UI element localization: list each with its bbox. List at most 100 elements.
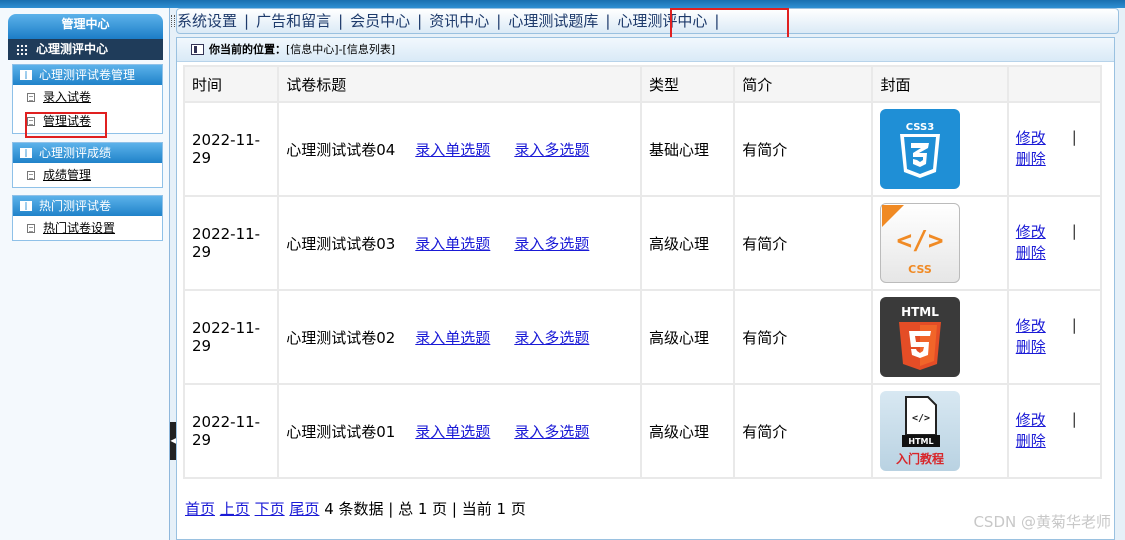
delete-link[interactable]: 删除 [1016, 337, 1100, 358]
delete-link[interactable]: 删除 [1016, 149, 1100, 170]
css3-shield-icon: CSS3 [900, 122, 941, 178]
paper-title: 心理测试试卷02 [286, 328, 396, 347]
cell-actions: 修改 删除 | [1008, 385, 1100, 477]
nav-item-news-center[interactable]: 资讯中心 [429, 12, 489, 30]
nav-separator: | [338, 12, 344, 30]
menu-title-label: 心理测评成绩 [39, 146, 112, 160]
sidebar-link-score-management[interactable]: 成绩管理 [43, 168, 91, 182]
nav-item-member-center[interactable]: 会员中心 [350, 12, 410, 30]
table-header-row: 时间 试卷标题 类型 简介 封面 [185, 67, 1100, 101]
cell-type: 高级心理 [642, 197, 734, 289]
add-multi-choice-link[interactable]: 录入多选题 [514, 235, 589, 253]
sidebar-link-hot-paper-settings[interactable]: 热门试卷设置 [43, 221, 115, 235]
html5-cover-image: HTML [880, 297, 961, 377]
top-bar [0, 0, 1125, 8]
cell-actions: 修改 删除 | [1008, 291, 1100, 383]
breadcrumb-path: [信息中心]-[信息列表] [286, 43, 396, 56]
cell-intro: 有简介 [735, 291, 872, 383]
content-panel: 你当前的位置：[信息中心]-[信息列表] 时间 试卷标题 类型 简介 封面 20… [176, 37, 1115, 540]
css-code-cover-image: </> CSS [880, 203, 961, 283]
cell-cover: CSS3 [873, 103, 1007, 195]
delete-link[interactable]: 删除 [1016, 243, 1100, 264]
table-row: 2022-11-29 心理测试试卷02 录入单选题 录入多选题 高级心理 有简介 H… [185, 291, 1100, 383]
add-single-choice-link[interactable]: 录入单选题 [415, 329, 490, 347]
menu-title[interactable]: 心理测评成绩 [13, 143, 162, 163]
nav-separator: | [244, 12, 250, 30]
cell-type: 基础心理 [642, 103, 734, 195]
prev-page-link[interactable]: 上页 [220, 500, 250, 518]
add-single-choice-link[interactable]: 录入单选题 [415, 423, 490, 441]
nav-separator: | [417, 12, 423, 30]
nav-separator: | [605, 12, 611, 30]
cell-date: 2022-11-29 [185, 103, 278, 195]
cell-intro: 有简介 [735, 103, 872, 195]
cover-label: HTML [902, 305, 940, 319]
cell-cover: </> HTML 入门教程 [873, 385, 1007, 477]
menu-title-label: 心理测评试卷管理 [39, 68, 136, 82]
cell-intro: 有简介 [735, 197, 872, 289]
edit-link[interactable]: 修改 [1016, 128, 1100, 149]
paper-title: 心理测试试卷01 [286, 422, 396, 441]
add-multi-choice-link[interactable]: 录入多选题 [514, 141, 589, 159]
cover-label: CSS [909, 263, 933, 276]
book-icon [20, 201, 32, 211]
code-tag-icon: </> CSS [882, 205, 944, 276]
cell-date: 2022-11-29 [185, 291, 278, 383]
grid-icon [16, 44, 28, 55]
nav-separator: | [496, 12, 502, 30]
last-page-link[interactable]: 尾页 [289, 500, 319, 518]
add-multi-choice-link[interactable]: 录入多选题 [514, 329, 589, 347]
sidebar-item-hot-paper-settings: 热门试卷设置 [13, 216, 162, 240]
pagination: 首页 上页 下页 尾页 4 条数据 | 总 1 页 | 当前 1 页 [185, 498, 526, 519]
menu-title[interactable]: 心理测评试卷管理 [13, 65, 162, 85]
watermark: CSDN @黄菊华老师 [973, 513, 1111, 531]
edit-link[interactable]: 修改 [1016, 222, 1100, 243]
first-page-link[interactable]: 首页 [185, 500, 215, 518]
cell-type: 高级心理 [642, 385, 734, 477]
column-header-type: 类型 [642, 67, 734, 101]
table-row: 2022-11-29 心理测试试卷03 录入单选题 录入多选题 高级心理 有简介 <… [185, 197, 1100, 289]
add-single-choice-link[interactable]: 录入单选题 [415, 141, 490, 159]
add-multi-choice-link[interactable]: 录入多选题 [514, 423, 589, 441]
table-row: 2022-11-29 心理测试试卷04 录入单选题 录入多选题 基础心理 有简介 C… [185, 103, 1100, 195]
sidebar-item-score-management: 成绩管理 [13, 163, 162, 187]
edit-link[interactable]: 修改 [1016, 316, 1100, 337]
action-separator: | [1071, 316, 1077, 334]
html-document-icon: </> HTML 入门教程 [896, 396, 944, 466]
column-header-actions [1008, 67, 1100, 101]
cell-title: 心理测试试卷02 录入单选题 录入多选题 [279, 291, 640, 383]
cell-date: 2022-11-29 [185, 385, 278, 477]
sidebar-subheader-label: 心理测评中心 [36, 42, 109, 56]
paper-table: 时间 试卷标题 类型 简介 封面 2022-11-29 心理测试试卷04 录入单选… [183, 65, 1102, 479]
action-separator: | [1071, 128, 1077, 146]
nav-item-ads-messages[interactable]: 广告和留言 [256, 12, 331, 30]
html-intro-cover-image: </> HTML 入门教程 [880, 391, 961, 471]
sidebar-item-add-paper: 录入试卷 [13, 85, 162, 109]
drag-grip-icon [171, 15, 175, 27]
column-header-time: 时间 [185, 67, 278, 101]
svg-text:</>: </> [912, 413, 930, 424]
svg-text:HTML: HTML [909, 437, 934, 446]
sidebar-subheader[interactable]: 心理测评中心 [8, 39, 163, 60]
menu-title-label: 热门测评试卷 [39, 199, 112, 213]
cell-type: 高级心理 [642, 291, 734, 383]
highlight-box [25, 112, 107, 138]
cell-title: 心理测试试卷03 录入单选题 录入多选题 [279, 197, 640, 289]
cell-intro: 有简介 [735, 385, 872, 477]
pagination-summary: 4 条数据 | 总 1 页 | 当前 1 页 [324, 500, 526, 518]
menu-title[interactable]: 热门测评试卷 [13, 196, 162, 216]
add-single-choice-link[interactable]: 录入单选题 [415, 235, 490, 253]
sidebar: 管理中心 心理测评中心 心理测评试卷管理 录入试卷 管理试卷 心理测评成绩 成绩… [0, 8, 170, 540]
book-icon [20, 70, 32, 80]
action-separator: | [1071, 222, 1077, 240]
edit-link[interactable]: 修改 [1016, 410, 1100, 431]
breadcrumb: 你当前的位置：[信息中心]-[信息列表] [177, 38, 1114, 62]
column-header-title: 试卷标题 [279, 67, 640, 101]
window-icon [191, 44, 204, 55]
delete-link[interactable]: 删除 [1016, 431, 1100, 452]
next-page-link[interactable]: 下页 [255, 500, 285, 518]
sidebar-link-add-paper[interactable]: 录入试卷 [43, 90, 91, 104]
nav-item-question-bank[interactable]: 心理测试题库 [508, 12, 598, 30]
nav-item-system-settings[interactable]: 系统设置 [177, 12, 237, 30]
paper-title: 心理测试试卷03 [286, 234, 396, 253]
